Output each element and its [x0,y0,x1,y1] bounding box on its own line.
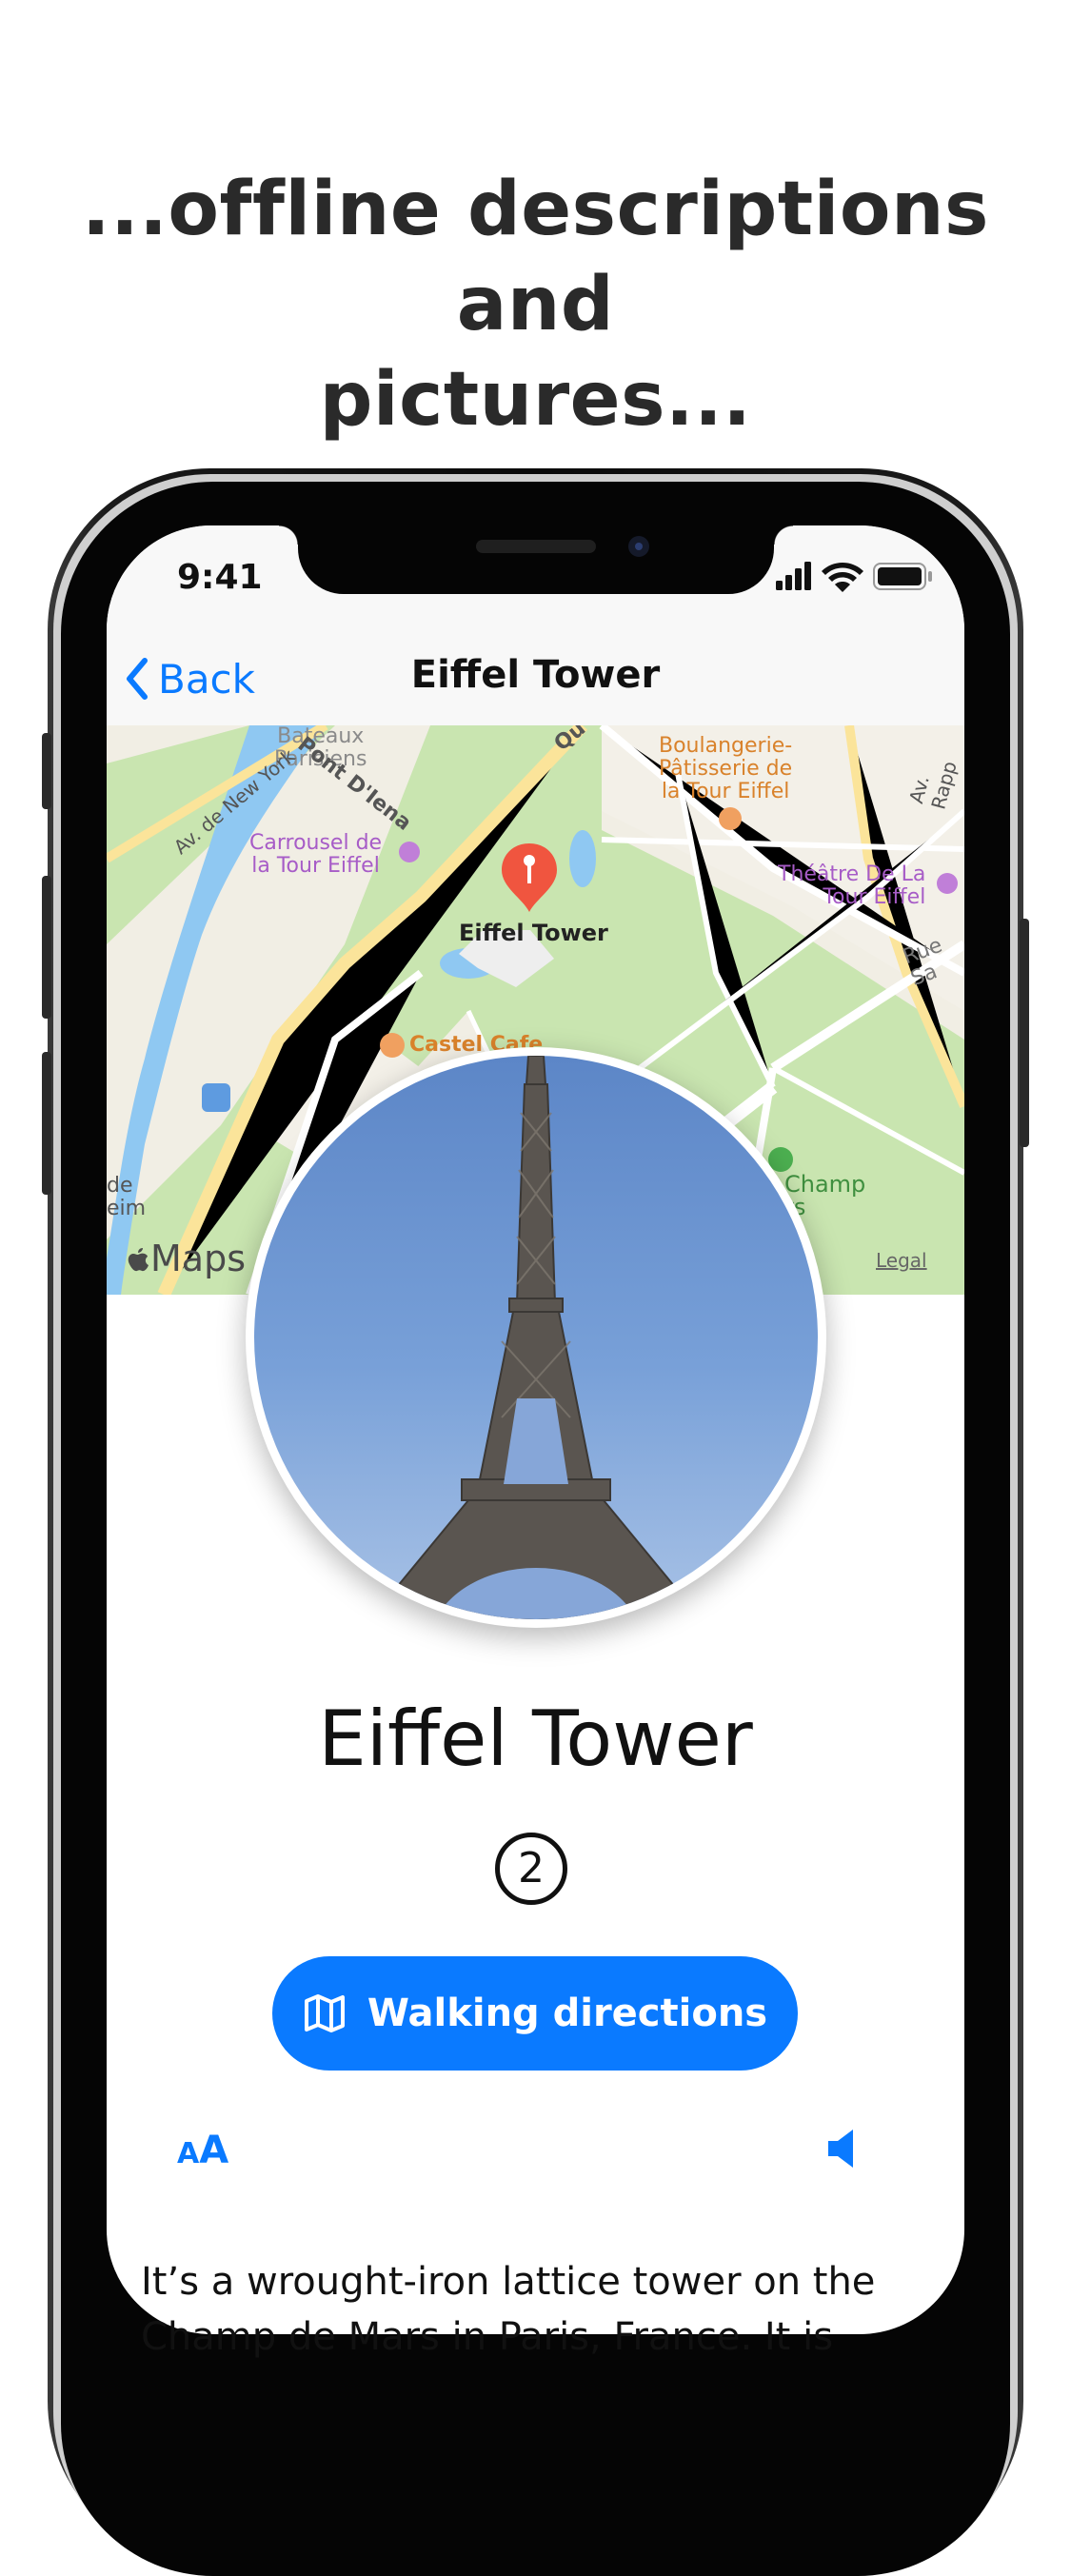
back-button[interactable]: Back [124,650,255,707]
text-size-icon: AA [177,2129,229,2172]
place-number-badge: 2 [495,1833,567,1905]
map-label-boulangerie: Boulangerie- Pâtisserie de la Tour Eiffe… [659,734,793,803]
headline-line-2: pictures... [319,357,752,443]
map-label-de: de eim [107,1174,147,1220]
text-size-button[interactable]: AA [177,2129,228,2172]
status-time: 9:41 [177,558,263,597]
eiffel-tower-image [368,1056,704,1619]
map-pin-eiffel-tower[interactable] [496,840,563,916]
location-pin-icon [502,843,557,912]
notch [279,525,793,594]
place-photo[interactable] [246,1047,826,1628]
place-description: It’s a wrought-iron lattice tower on the… [141,2260,876,2359]
legal-link[interactable]: Legal [876,1249,927,1272]
earpiece-speaker [476,540,596,553]
apple-icon [128,1248,149,1272]
volume-up-button [42,876,51,1019]
map-label-carrousel: Carrousel de la Tour Eiffel [249,831,383,878]
status-icons [776,560,938,594]
audio-button[interactable] [824,2128,859,2173]
speaker-icon [828,2130,853,2168]
signal-icon [776,562,811,590]
headline-line-1: ...offline descriptions and [82,167,989,347]
front-camera [628,536,649,557]
back-label: Back [158,655,255,703]
map-icon [304,1994,345,2032]
mute-switch [42,733,51,809]
walking-directions-label: Walking directions [367,1991,768,2035]
power-button [1020,919,1029,1147]
maps-label: Maps [150,1238,246,1279]
walking-directions-button[interactable]: Walking directions [272,1956,798,2071]
apple-maps-logo: Maps [126,1238,246,1279]
promo-headline: ...offline descriptions and pictures... [0,162,1071,447]
battery-icon [873,563,932,590]
volume-down-button [42,1052,51,1195]
chevron-left-icon [127,658,148,700]
map-pin-label: Eiffel Tower [459,920,608,946]
map-label-theatre: Théâtre De La Tour Eiffel [778,862,926,909]
wifi-icon [822,563,863,592]
place-title: Eiffel Tower [318,1694,753,1783]
nav-title: Eiffel Tower [410,653,661,697]
